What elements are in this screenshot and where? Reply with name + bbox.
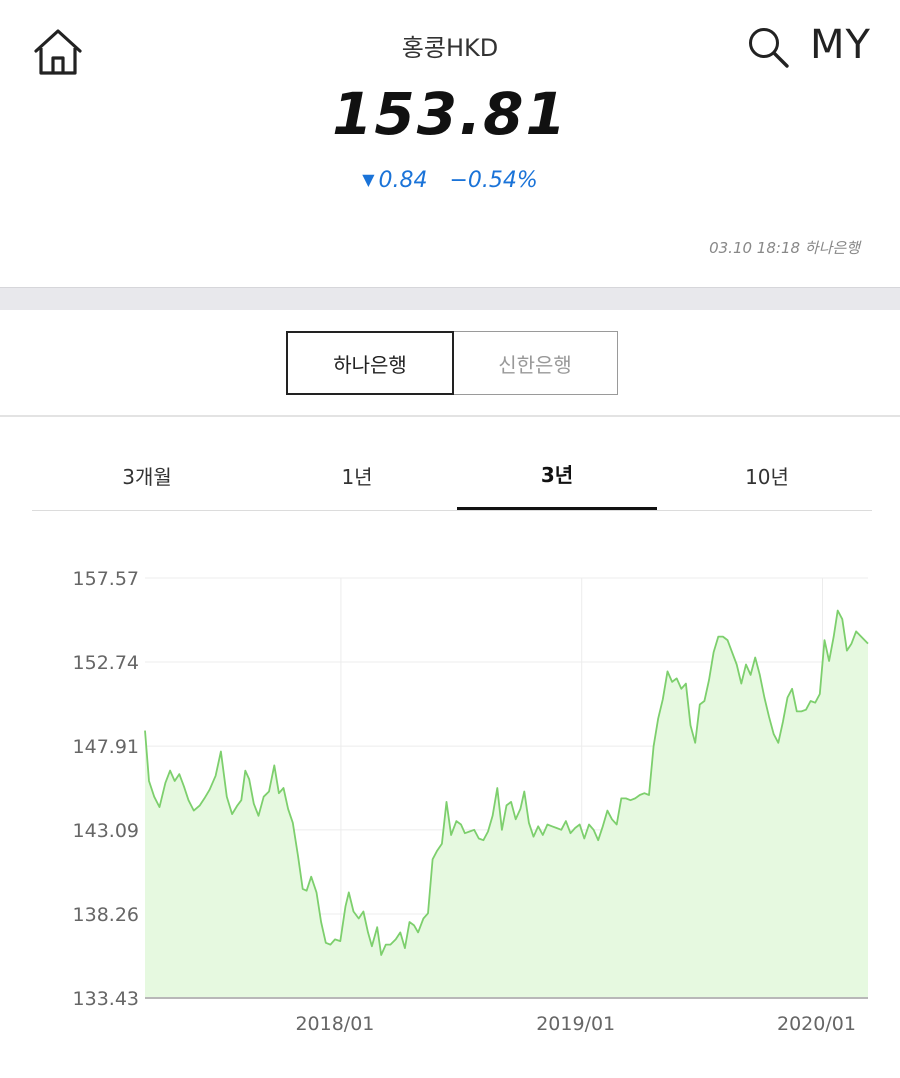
currency-title-text: 홍콩HKD	[401, 34, 499, 62]
change-percent: −0.54%	[449, 168, 538, 193]
down-triangle-icon: ▼	[362, 170, 375, 189]
y-tick-label: 147.91	[73, 736, 139, 758]
rate-change: ▼ 0.84 −0.54%	[0, 168, 900, 193]
search-button[interactable]	[745, 24, 791, 70]
tab-3-years[interactable]: 3년	[457, 440, 657, 510]
x-tick-label: 2019/01	[536, 1013, 615, 1035]
y-tick-label: 143.09	[73, 820, 139, 842]
change-value: 0.84	[378, 168, 428, 193]
y-tick-label: 133.43	[73, 988, 139, 1010]
search-icon	[749, 28, 789, 68]
x-tick-label: 2020/01	[777, 1013, 856, 1035]
tab-10-years[interactable]: 10년	[667, 440, 867, 510]
my-button[interactable]: MY	[810, 22, 871, 68]
app-header: 홍콩HKD MY 153.81 ▼ 0.84 −0.54% 03.10 18:18 …	[0, 0, 900, 287]
update-timestamp: 03.10 18:18 하나은행	[709, 239, 860, 257]
divider	[0, 415, 900, 417]
y-tick-label: 157.57	[73, 568, 139, 590]
period-tabs: 3개월 1년 3년 10년	[32, 440, 872, 511]
rate-chart-svg: 157.57 152.74 147.91 143.09 138.26 133.43 2018…	[73, 568, 869, 1035]
bank-selector: 하나은행 신한은행	[286, 331, 618, 395]
rate-chart[interactable]: 157.57 152.74 147.91 143.09 138.26 133.43 2018…	[0, 540, 900, 1060]
bank-tab-hana[interactable]: 하나은행	[286, 331, 454, 395]
y-tick-label: 152.74	[73, 652, 139, 674]
x-tick-label: 2018/01	[295, 1013, 374, 1035]
tab-1-year[interactable]: 1년	[257, 440, 457, 510]
y-tick-label: 138.26	[73, 904, 139, 926]
current-rate: 153.81	[332, 80, 568, 148]
tab-3-months[interactable]: 3개월	[47, 440, 247, 510]
bank-tab-shinhan[interactable]: 신한은행	[452, 331, 618, 395]
section-separator	[0, 287, 900, 310]
